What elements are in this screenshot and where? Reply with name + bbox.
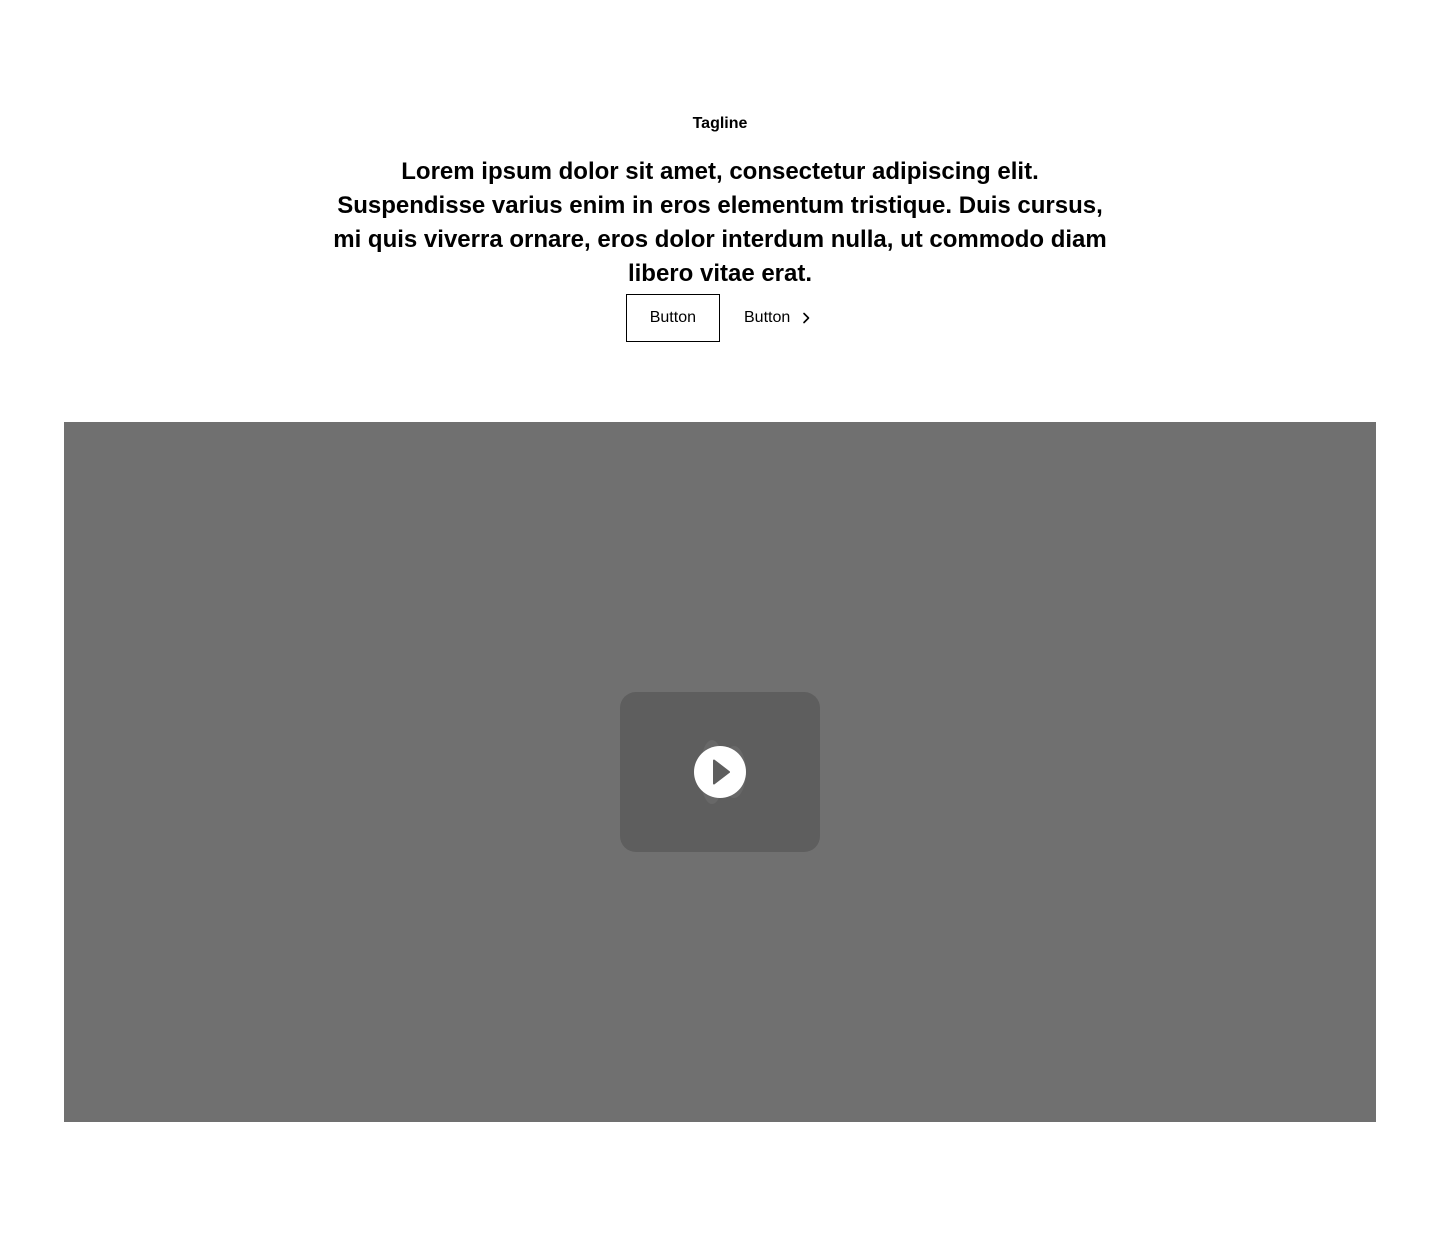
link-button[interactable]: Button [744, 294, 814, 342]
button-group: Button Button [0, 294, 1440, 342]
section-header: Tagline Lorem ipsum dolor sit amet, cons… [0, 112, 1440, 291]
play-button[interactable] [620, 692, 820, 852]
play-icon [694, 740, 746, 804]
primary-button-label: Button [649, 309, 696, 326]
primary-button[interactable]: Button [625, 294, 720, 342]
headline: Lorem ipsum dolor sit amet, consectetur … [333, 158, 1107, 287]
tagline: Tagline [692, 115, 748, 132]
chevron-right-icon [803, 312, 810, 324]
video-player[interactable] [64, 422, 1376, 1122]
header-section: Tagline Lorem ipsum dolor sit amet, cons… [0, 0, 1440, 1234]
link-button-label: Button [744, 309, 791, 326]
